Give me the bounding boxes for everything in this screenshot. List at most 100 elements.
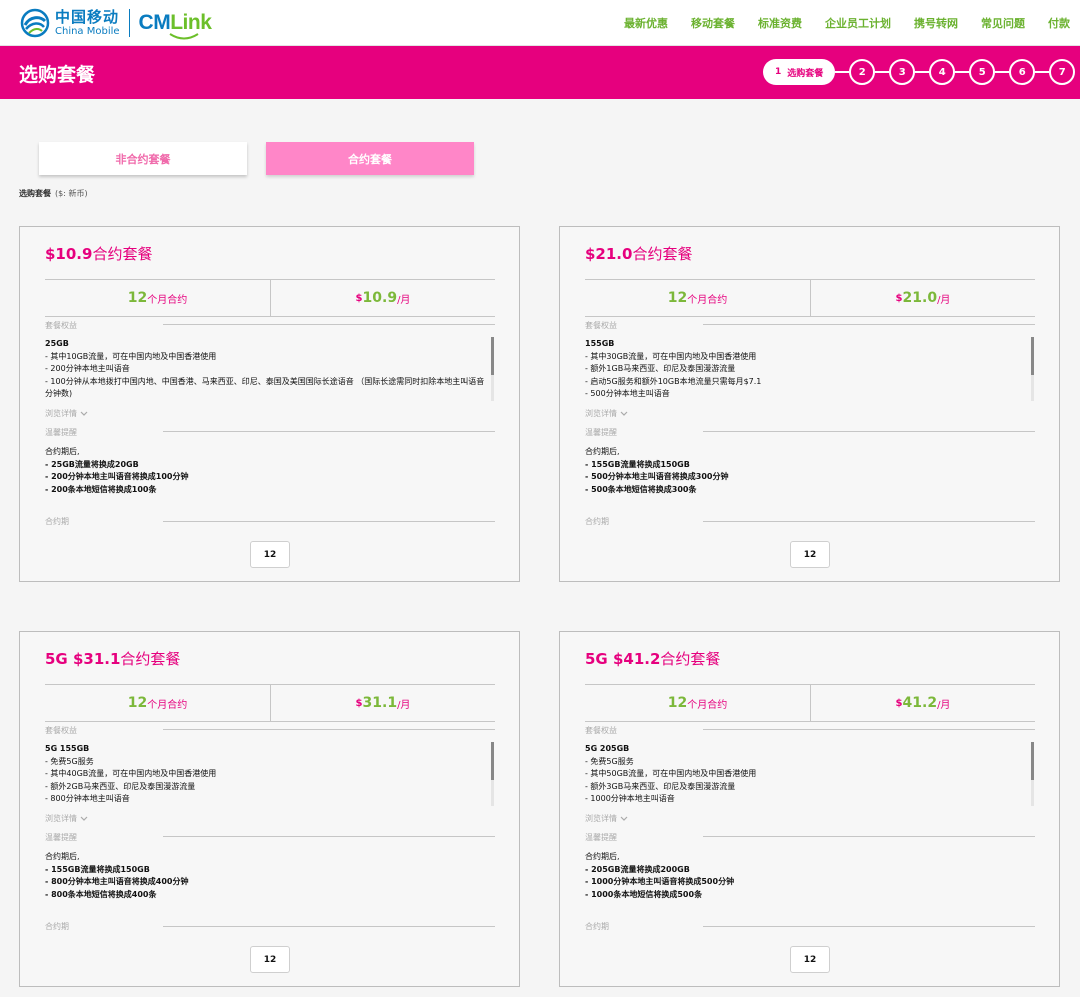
view-details-link[interactable]: 浏览详情 (45, 408, 88, 419)
plan-summary-row: 12 个月合约 $31.1/月 (45, 685, 495, 721)
view-details-link[interactable]: 浏览详情 (45, 813, 88, 824)
benefits-scrollbar[interactable] (491, 337, 494, 401)
scrollbar-thumb[interactable] (491, 337, 494, 375)
divider (585, 316, 1035, 317)
benefits-scrollbar[interactable] (491, 742, 494, 806)
divider (163, 926, 495, 927)
reminder-text: 合约期后, - 205GB流量将换成200GB - 1000分钟本地主叫语音将换… (585, 851, 1035, 901)
benefit-item: - 其中40GB流量，可在中国内地及中国香港使用 (45, 769, 217, 779)
nav-faq[interactable]: 常见问题 (981, 15, 1025, 31)
divider (163, 836, 495, 837)
benefit-item: - 100分钟从本地拨打中国内地、中国香港、马来西亚、印尼、泰国及美国国际长途语… (45, 376, 485, 399)
step-6[interactable]: 6 (1009, 59, 1036, 85)
divider (163, 324, 495, 325)
reminder-line: - 1000分钟本地主叫语音将换成500分钟 (585, 877, 735, 887)
plan-title-suffix: 合约套餐 (120, 650, 181, 668)
plan-title: $21.0合约套餐 (585, 243, 692, 264)
plan-title: 5G $31.1合约套餐 (45, 648, 180, 669)
reminder-text: 合约期后, - 155GB流量将换成150GB - 500分钟本地主叫语音将换成… (585, 446, 1035, 496)
per-month-label: /月 (397, 699, 411, 711)
benefit-item: - 其中30GB流量，可在中国内地及中国香港使用 (585, 351, 757, 361)
monthly-price: $41.2/月 (810, 685, 1035, 721)
benefits-label: 套餐权益 (585, 726, 617, 735)
divider (163, 431, 495, 432)
benefits-scrollbar[interactable] (1031, 742, 1034, 806)
contract-period-label: 合约期 (585, 517, 609, 526)
months-value: 12 (667, 695, 688, 711)
contract-period-option-button[interactable]: 12 (250, 541, 290, 568)
step-5[interactable]: 5 (969, 59, 996, 85)
nav-mobile-plans[interactable]: 移动套餐 (691, 15, 735, 31)
benefits-label: 套餐权益 (585, 321, 617, 330)
contract-length: 12 个月合约 (45, 280, 270, 316)
section-subtitle: 选购套餐 ($: 新币) (19, 188, 88, 199)
contract-period-option-button[interactable]: 12 (790, 541, 830, 568)
step-2[interactable]: 2 (849, 59, 876, 85)
divider (703, 926, 1035, 927)
nav-number-porting[interactable]: 携号转网 (914, 15, 958, 31)
china-mobile-logo[interactable]: 中国移动 China Mobile CMLink (20, 6, 212, 40)
nav-corporate-plan[interactable]: 企业员工计划 (825, 15, 891, 31)
price-symbol: $ (355, 292, 363, 304)
nav-latest-offers[interactable]: 最新优惠 (624, 15, 668, 31)
tab-non-contract-plans[interactable]: 非合约套餐 (39, 142, 247, 175)
step-3[interactable]: 3 (889, 59, 916, 85)
benefits-label: 套餐权益 (45, 321, 77, 330)
step-4[interactable]: 4 (929, 59, 956, 85)
view-details-link[interactable]: 浏览详情 (585, 813, 628, 824)
scrollbar-thumb[interactable] (1031, 742, 1034, 780)
nav-standard-rates[interactable]: 标准资费 (758, 15, 802, 31)
benefit-item: - 其中50GB流量，可在中国内地及中国香港使用 (585, 769, 757, 779)
benefit-item: - 额外3GB马来西亚、印尼及泰国漫游流量 (585, 781, 736, 791)
reminder-line: - 200条本地短信将换成100条 (45, 484, 157, 494)
view-details-link[interactable]: 浏览详情 (585, 408, 628, 419)
months-value: 12 (127, 695, 148, 711)
benefits-list[interactable]: 155GB - 其中30GB流量，可在中国内地及中国香港使用 - 额外1GB马来… (585, 338, 1030, 402)
contract-period-option-button[interactable]: 12 (790, 946, 830, 973)
brand-cn: 中国移动 (55, 7, 120, 26)
benefits-label: 套餐权益 (45, 726, 77, 735)
benefits-list[interactable]: 5G 155GB - 免费5G服务 - 其中40GB流量，可在中国内地及中国香港… (45, 743, 490, 807)
price-value: 10.9 (362, 290, 398, 306)
plan-title-price: $10.9 (45, 245, 93, 263)
step-connector (995, 71, 1010, 73)
page-title: 选购套餐 (19, 64, 96, 86)
benefits-list[interactable]: 5G 205GB - 免费5G服务 - 其中50GB流量，可在中国内地及中国香港… (585, 743, 1030, 807)
scrollbar-thumb[interactable] (491, 742, 494, 780)
benefit-item: - 500分钟本地主叫语音 (585, 389, 670, 399)
step-1-active[interactable]: 1 选购套餐 (763, 59, 836, 85)
monthly-price: $10.9/月 (270, 280, 495, 316)
chevron-down-icon (620, 411, 628, 416)
plan-summary-row: 12 个月合约 $10.9/月 (45, 280, 495, 316)
divider (585, 721, 1035, 722)
step-7[interactable]: 7 (1049, 59, 1076, 85)
reminder-label: 温馨提醒 (45, 833, 77, 842)
step-connector (1035, 71, 1050, 73)
price-value: 41.2 (902, 695, 938, 711)
divider (45, 316, 495, 317)
tab-contract-plans[interactable]: 合约套餐 (266, 142, 474, 175)
benefit-item: - 1000分钟本地主叫语音 (585, 794, 675, 804)
china-mobile-swirl-icon (20, 8, 50, 38)
reminder-label: 温馨提醒 (585, 428, 617, 437)
benefit-item: - 额外1GB马来西亚、印尼及泰国漫游流量 (585, 364, 736, 374)
details-label: 浏览详情 (45, 814, 77, 823)
scrollbar-thumb[interactable] (1031, 337, 1034, 375)
benefit-item: 5G 205GB (585, 744, 630, 753)
cmlink-arc-icon (169, 33, 199, 40)
top-header: 中国移动 China Mobile CMLink 最新优惠 移动套餐 标准资费 … (0, 0, 1080, 46)
benefit-item: - 免费5G服务 (585, 756, 634, 766)
contract-period-option-button[interactable]: 12 (250, 946, 290, 973)
cmlink-cm: CM (138, 11, 171, 34)
plan-card: 5G $41.2合约套餐 12 个月合约 $41.2/月 套餐权益 5G 205G… (559, 631, 1060, 987)
benefits-list[interactable]: 25GB - 其中10GB流量，可在中国内地及中国香港使用 - 200分钟本地主… (45, 338, 490, 402)
chevron-down-icon (80, 816, 88, 821)
reminder-line: - 25GB流量将换成20GB (45, 459, 139, 469)
step-connector (915, 71, 930, 73)
divider (703, 521, 1035, 522)
reminder-line: - 1000条本地短信将换成500条 (585, 889, 703, 899)
reminder-text: 合约期后, - 25GB流量将换成20GB - 200分钟本地主叫语音将换成10… (45, 446, 495, 496)
nav-payment[interactable]: 付款 (1048, 15, 1070, 31)
price-symbol: $ (355, 697, 363, 709)
benefits-scrollbar[interactable] (1031, 337, 1034, 401)
